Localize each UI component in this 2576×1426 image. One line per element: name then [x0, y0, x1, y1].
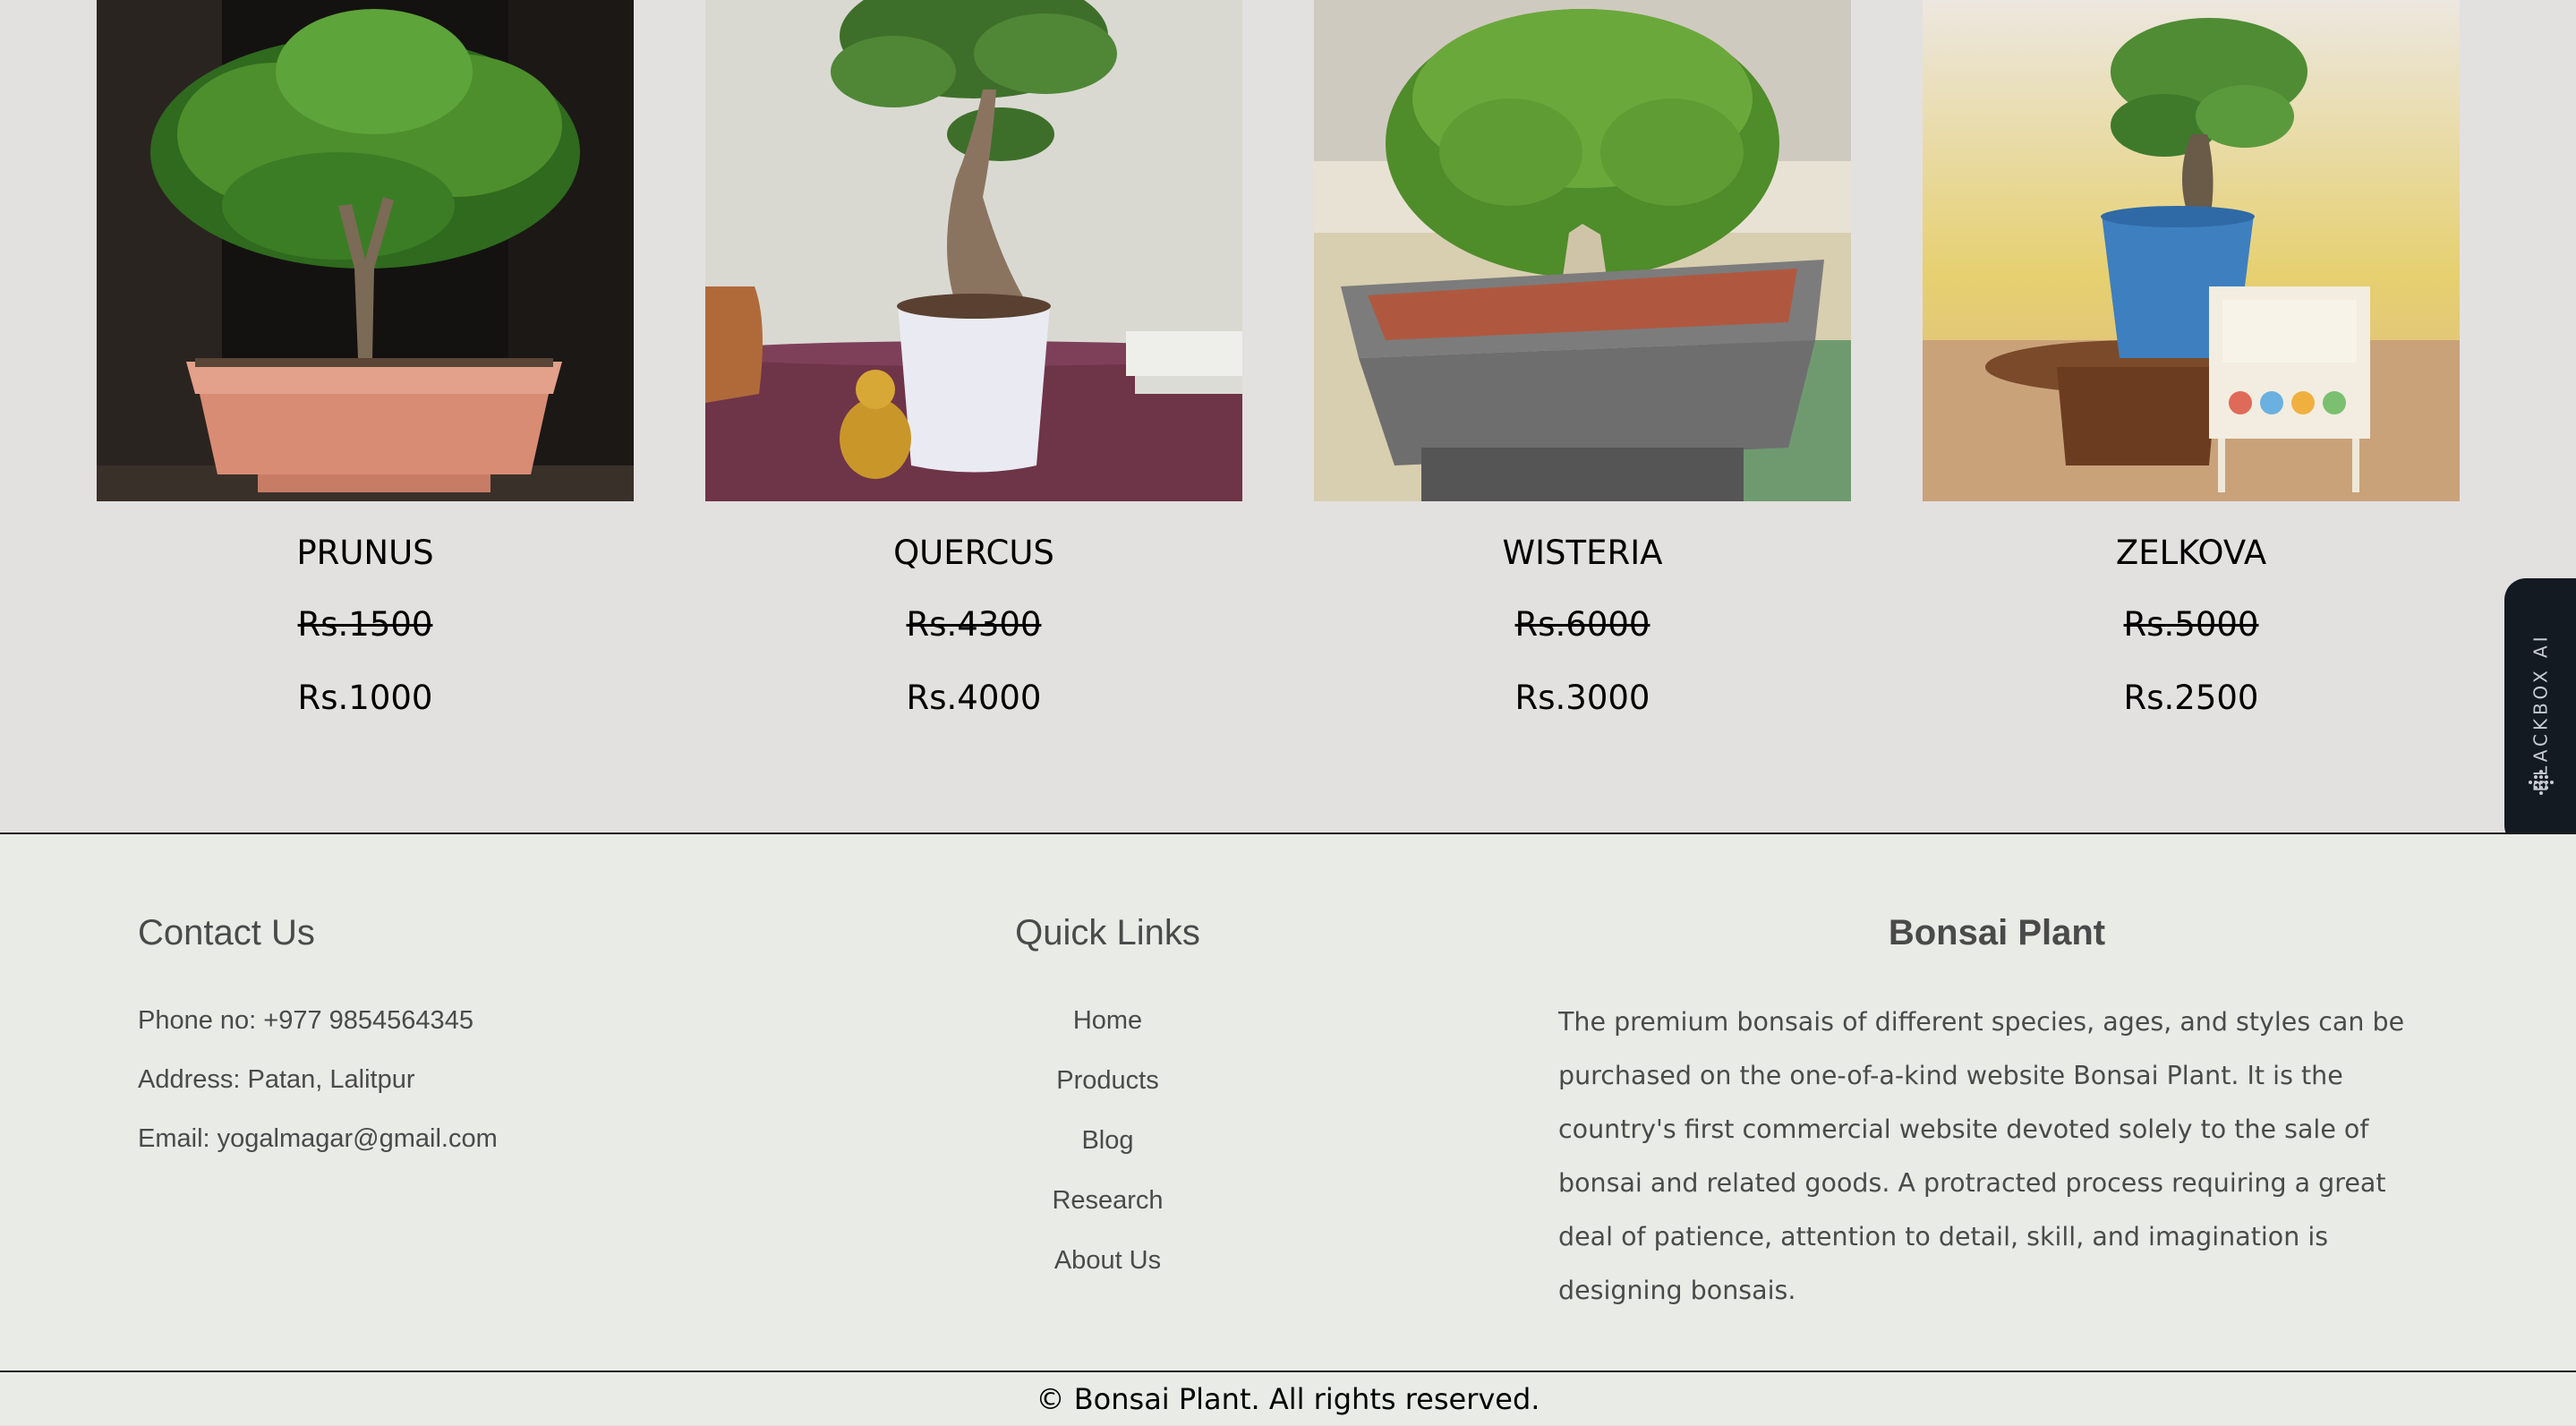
- product-image-zelkova[interactable]: [1923, 0, 2460, 501]
- site-footer: Contact Us Phone no: +977 9854564345 Add…: [0, 833, 2576, 1371]
- product-price: Rs.2500: [2123, 679, 2259, 717]
- about-text: The premium bonsais of different species…: [1558, 1007, 2405, 1305]
- product-price: Rs.4000: [906, 679, 1042, 717]
- footer-link-products[interactable]: Products: [895, 1066, 1320, 1096]
- about-title: Bonsai Plant: [1888, 913, 2106, 952]
- product-price: Rs.1000: [297, 679, 433, 717]
- product-card-wisteria[interactable]: WISTERIA Rs.6000 Rs.3000: [1314, 0, 1851, 743]
- footer-link-blog[interactable]: Blog: [895, 1126, 1320, 1156]
- contact-address: Address: Patan, Lalitpur: [138, 1065, 415, 1094]
- copyright-text: © Bonsai Plant. All rights reserved.: [0, 1370, 2576, 1425]
- blackbox-logo-icon: [2529, 770, 2554, 795]
- contact-email: Email: yogalmagar@gmail.com: [138, 1124, 498, 1153]
- product-image-prunus[interactable]: [97, 0, 634, 501]
- footer-link-research[interactable]: Research: [895, 1186, 1320, 1216]
- products-section: PRUNUS Rs.1500 Rs.1000 QUERCUS Rs.4300 R…: [0, 0, 2576, 833]
- footer-link-about-us[interactable]: About Us: [895, 1246, 1320, 1276]
- blackbox-ai-tab[interactable]: BLACKBOX AI: [2504, 578, 2576, 847]
- product-old-price: Rs.1500: [297, 605, 433, 644]
- product-card-quercus[interactable]: QUERCUS Rs.4300 Rs.4000: [705, 0, 1242, 743]
- product-name: PRUNUS: [296, 534, 434, 572]
- product-name: QUERCUS: [893, 534, 1054, 572]
- product-old-price: Rs.5000: [2123, 605, 2259, 644]
- product-image-wisteria[interactable]: [1314, 0, 1851, 501]
- product-name: ZELKOVA: [2115, 534, 2267, 572]
- contact-title: Contact Us: [138, 913, 315, 952]
- product-old-price: Rs.6000: [1514, 605, 1651, 644]
- product-price: Rs.3000: [1514, 679, 1651, 717]
- contact-phone: Phone no: +977 9854564345: [138, 1006, 473, 1035]
- product-image-quercus[interactable]: [705, 0, 1242, 501]
- product-name: WISTERIA: [1502, 534, 1663, 572]
- footer-link-home[interactable]: Home: [895, 1006, 1320, 1036]
- product-card-zelkova[interactable]: ZELKOVA Rs.5000 Rs.2500: [1923, 0, 2460, 743]
- product-card-prunus[interactable]: PRUNUS Rs.1500 Rs.1000: [97, 0, 634, 743]
- quick-links-title: Quick Links: [1015, 913, 1200, 952]
- product-old-price: Rs.4300: [906, 605, 1042, 644]
